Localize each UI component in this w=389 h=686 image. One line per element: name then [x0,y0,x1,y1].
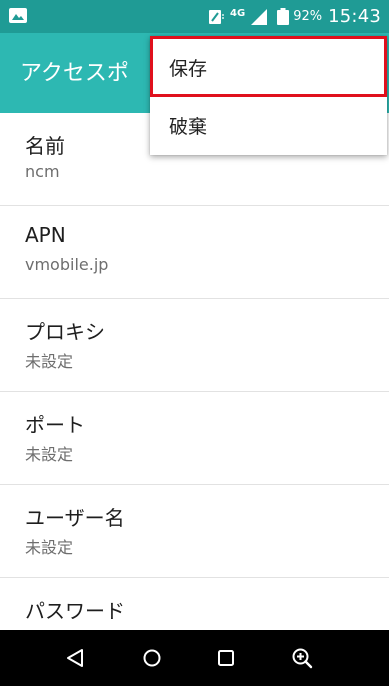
battery-percentage: 92% [293,9,323,24]
setting-label: APN [25,223,66,247]
signal-icon [251,8,268,25]
home-button[interactable] [126,630,196,686]
setting-label: 名前 [25,134,65,158]
save-menu-item[interactable]: 保存 [150,36,387,97]
setting-username[interactable]: ユーザー名 未設定 [0,485,389,578]
navigation-bar [0,630,389,686]
setting-proxy[interactable]: プロキシ 未設定 [0,299,389,392]
status-icons: 4G 92% 15:43 [208,0,381,33]
battery-icon [277,8,290,25]
status-bar: 4G 92% 15:43 [0,0,389,33]
recent-apps-icon [218,650,234,666]
setting-label: ユーザー名 [25,506,125,530]
setting-label: プロキシ [25,320,105,344]
discard-menu-item[interactable]: 破棄 [150,97,387,155]
recent-apps-button[interactable] [200,630,270,686]
setting-value: 未設定 [25,445,74,464]
setting-port[interactable]: ポート 未設定 [0,392,389,485]
zoom-icon [292,648,313,669]
network-type-label: 4G [230,7,246,19]
zoom-button[interactable] [275,630,345,686]
overflow-menu: 保存 破棄 [150,36,387,155]
setting-label: パスワード [25,599,125,623]
back-icon [67,649,83,667]
setting-value: 未設定 [25,352,74,371]
setting-value: 未設定 [25,538,74,557]
back-button[interactable] [50,630,120,686]
save-label: 保存 [169,58,208,80]
nfc-icon [209,9,225,24]
gallery-icon [9,8,27,23]
discard-label: 破棄 [169,116,208,138]
setting-value: vmobile.jp [25,255,109,274]
page-title: アクセスポ [20,61,129,86]
setting-value: ncm [25,162,60,181]
clock: 15:43 [328,6,381,27]
apn-settings-list: 名前 ncm APN vmobile.jp プロキシ 未設定 ポート 未設定 ユ… [0,113,389,671]
setting-label: ポート [25,413,85,437]
home-icon [143,649,161,667]
setting-apn[interactable]: APN vmobile.jp [0,206,389,299]
apn-edit-screen: 4G 92% 15:43 アクセスポ 名前 ncm APN vmobile.jp… [0,0,389,686]
